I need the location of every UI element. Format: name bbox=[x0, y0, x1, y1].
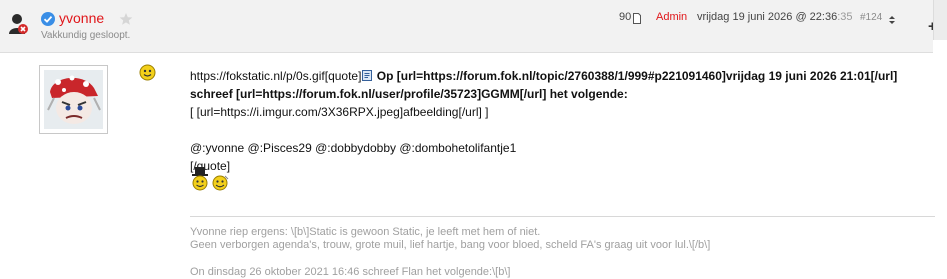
smileys bbox=[192, 167, 232, 191]
post-line-3: [ [url=https://i.imgur.com/3X36RPX.jpeg]… bbox=[190, 105, 489, 119]
signature: Yvonne riep ergens: \[b\]Static is gewoo… bbox=[190, 226, 935, 279]
signature-line-1: Yvonne riep ergens: \[b\]Static is gewoo… bbox=[190, 226, 541, 238]
quote-link-icon[interactable] bbox=[362, 70, 373, 81]
user-icon[interactable] bbox=[8, 12, 30, 36]
post-text-plain: https://fokstatic.nl/p/0s.gif[quote] bbox=[190, 69, 362, 83]
role-badge: Admin bbox=[656, 11, 688, 23]
document-icon[interactable] bbox=[633, 11, 641, 24]
post-line-quote-end: [/quote] bbox=[190, 159, 231, 173]
post-body: https://fokstatic.nl/p/0s.gif[quote] Op … bbox=[190, 67, 930, 175]
signature-line-2: Geen verborgen agenda's, trouw, grote mu… bbox=[190, 239, 711, 251]
quote-author-line[interactable]: schreef [url=https://forum.fok.nl/user/p… bbox=[190, 87, 628, 101]
post-line-1: https://fokstatic.nl/p/0s.gif[quote] Op … bbox=[190, 67, 930, 85]
post-line-2: schreef [url=https://forum.fok.nl/user/p… bbox=[190, 85, 930, 103]
post-number-link[interactable]: #124 bbox=[860, 12, 882, 23]
post-count: 90 bbox=[619, 11, 632, 23]
vote-arrows-icon[interactable] bbox=[887, 12, 897, 24]
post-date[interactable]: vrijdag 19 juni 2026 @ 22:36:35 bbox=[697, 11, 853, 23]
scrollbar[interactable] bbox=[933, 0, 947, 40]
post-line-mentions: @:yvonne @:Pisces29 @:dobbydobby @:dombo… bbox=[190, 141, 517, 155]
tophat-smiley-icon bbox=[192, 167, 208, 191]
signature-line-3: On dinsdag 26 oktober 2021 16:46 schreef… bbox=[190, 266, 511, 278]
post-header: yvonne Vakkundig gesloopt. 90 Admin vrij… bbox=[0, 0, 945, 53]
post-date-text: vrijdag 19 juni 2026 @ 22:36 bbox=[697, 11, 838, 23]
avatar[interactable] bbox=[39, 65, 108, 134]
quote-header-link[interactable]: Op [url=https://forum.fok.nl/topic/27603… bbox=[373, 69, 898, 83]
star-icon[interactable] bbox=[119, 12, 133, 26]
username-link[interactable]: yvonne bbox=[59, 10, 104, 26]
signature-divider bbox=[190, 216, 935, 217]
verified-check-icon bbox=[41, 12, 55, 26]
smiley-icon bbox=[139, 64, 156, 81]
grin-smiley-icon bbox=[212, 175, 229, 191]
post-date-seconds: :35 bbox=[837, 11, 853, 23]
user-title: Vakkundig gesloopt. bbox=[41, 30, 131, 41]
